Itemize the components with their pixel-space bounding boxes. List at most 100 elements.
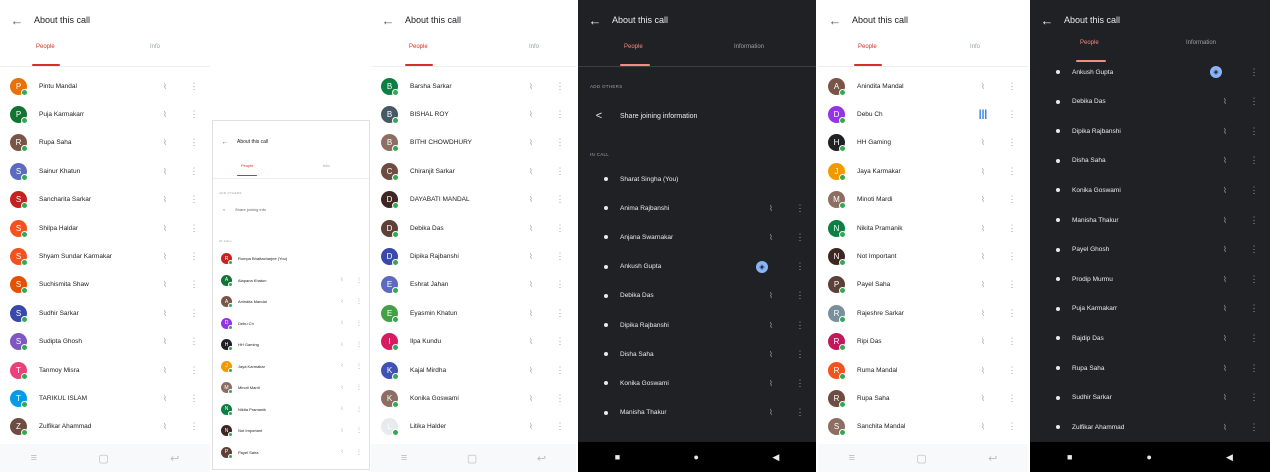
participant-row[interactable]: Disha Saha ⌇ ⋮ bbox=[578, 340, 816, 368]
mic-off-icon[interactable]: ⌇ bbox=[524, 394, 538, 403]
participant-row[interactable]: N Not Important ⌇ ⋮ bbox=[213, 420, 369, 441]
participant-row[interactable]: Zulfikar Ahammad ⌇ ⋮ bbox=[1030, 413, 1270, 441]
mic-off-icon[interactable]: ⌇ bbox=[1218, 423, 1232, 432]
back-icon[interactable]: ◀ bbox=[772, 452, 779, 463]
mic-off-icon[interactable]: ⌇ bbox=[158, 195, 172, 204]
participant-row[interactable]: P Puja Karmakarr ⌇ ⋮ bbox=[0, 100, 210, 128]
more-options-icon[interactable]: ⋮ bbox=[1248, 303, 1260, 314]
participant-row[interactable]: D Debu Ch ⌇ ⋮ bbox=[213, 313, 369, 334]
mic-off-icon[interactable]: ⌇ bbox=[976, 195, 990, 204]
participant-row[interactable]: P Payel Saha ⌇ ⋮ bbox=[818, 271, 1028, 299]
back-icon[interactable]: ↩ bbox=[537, 452, 546, 465]
mic-off-icon[interactable]: ⌇ bbox=[524, 280, 538, 289]
more-options-icon[interactable]: ⋮ bbox=[188, 393, 200, 404]
participant-row[interactable]: N Nikita Pramanik ⌇ ⋮ bbox=[213, 399, 369, 420]
participant-row[interactable]: K Kajal Mirdha ⌇ ⋮ bbox=[371, 356, 576, 384]
participant-row[interactable]: Z Zulfikar Ahammad ⌇ ⋮ bbox=[0, 413, 210, 441]
back-arrow-icon[interactable]: ← bbox=[371, 13, 405, 28]
participant-row[interactable]: M Minoti Mardi ⌇ ⋮ bbox=[818, 186, 1028, 214]
more-options-icon[interactable]: ⋮ bbox=[188, 365, 200, 376]
mic-off-icon[interactable]: ⌇ bbox=[764, 291, 778, 300]
mic-off-icon[interactable]: ⌇ bbox=[337, 363, 347, 369]
participant-row[interactable]: Dipika Rajbanshi ⌇ ⋮ bbox=[1030, 117, 1270, 145]
mic-off-icon[interactable]: ⌇ bbox=[1218, 127, 1232, 136]
participant-row[interactable]: Disha Saha ⌇ ⋮ bbox=[1030, 147, 1270, 175]
participant-row[interactable]: N Not Important ⌇ ⋮ bbox=[818, 242, 1028, 270]
more-options-icon[interactable]: ⋮ bbox=[1006, 223, 1018, 234]
more-options-icon[interactable]: ⋮ bbox=[188, 109, 200, 120]
mic-off-icon[interactable]: ⌇ bbox=[524, 195, 538, 204]
more-options-icon[interactable]: ⋮ bbox=[554, 365, 566, 376]
mic-off-icon[interactable]: ⌇ bbox=[337, 299, 347, 305]
mic-off-icon[interactable]: ⌇ bbox=[524, 422, 538, 431]
more-options-icon[interactable]: ⋮ bbox=[1248, 185, 1260, 196]
participant-row[interactable]: S Sanchita Mandal ⌇ ⋮ bbox=[818, 413, 1028, 441]
more-options-icon[interactable]: ⋮ bbox=[794, 349, 806, 360]
more-options-icon[interactable]: ⋮ bbox=[1248, 126, 1260, 137]
mic-off-icon[interactable]: ⌇ bbox=[976, 422, 990, 431]
more-options-icon[interactable]: ⋮ bbox=[1006, 336, 1018, 347]
more-options-icon[interactable]: ⋮ bbox=[1006, 81, 1018, 92]
participant-row[interactable]: H HH Gaming ⌇ ⋮ bbox=[818, 129, 1028, 157]
mic-off-icon[interactable]: ⌇ bbox=[158, 337, 172, 346]
back-arrow-icon[interactable]: ← bbox=[578, 13, 612, 28]
tab-info[interactable]: Info bbox=[529, 44, 539, 50]
participant-row[interactable]: Rupa Saha ⌇ ⋮ bbox=[1030, 354, 1270, 382]
participant-row[interactable]: E Eyasmin Khatun ⌇ ⋮ bbox=[371, 299, 576, 327]
participant-row[interactable]: S Sancharita Sarkar ⌇ ⋮ bbox=[0, 186, 210, 214]
mic-off-icon[interactable]: ⌇ bbox=[524, 366, 538, 375]
participant-row[interactable]: Konika Goswami ⌇ ⋮ bbox=[578, 369, 816, 397]
more-options-icon[interactable]: ⋮ bbox=[1006, 279, 1018, 290]
more-options-icon[interactable]: ⋮ bbox=[554, 194, 566, 205]
more-options-icon[interactable]: ⋮ bbox=[355, 341, 363, 348]
home-icon[interactable]: ● bbox=[1147, 452, 1152, 462]
back-icon[interactable]: ↩ bbox=[988, 452, 997, 465]
more-options-icon[interactable]: ⋮ bbox=[794, 290, 806, 301]
participant-row[interactable]: R Rupa Saha ⌇ ⋮ bbox=[818, 384, 1028, 412]
participant-row[interactable]: Anima Rajbanshi ⌇ ⋮ bbox=[578, 194, 816, 222]
more-options-icon[interactable]: ⋮ bbox=[794, 203, 806, 214]
mic-off-icon[interactable]: ⌇ bbox=[1218, 364, 1232, 373]
mic-off-icon[interactable]: ⌇ bbox=[337, 406, 347, 412]
more-options-icon[interactable]: ⋮ bbox=[355, 320, 363, 327]
participant-row[interactable]: J Jaya Karmakar ⌇ ⋮ bbox=[818, 157, 1028, 185]
participant-row[interactable]: S Shilpa Haldar ⌇ ⋮ bbox=[0, 214, 210, 242]
tab-information[interactable]: Information bbox=[734, 44, 764, 50]
recents-icon[interactable]: ≡ bbox=[849, 452, 855, 464]
participant-row[interactable]: Manisha Thakur ⌇ ⋮ bbox=[1030, 206, 1270, 234]
more-options-icon[interactable]: ⋮ bbox=[554, 279, 566, 290]
mic-off-icon[interactable]: ⌇ bbox=[337, 449, 347, 455]
back-arrow-icon[interactable]: ← bbox=[1030, 13, 1064, 28]
mic-off-icon[interactable]: ⌇ bbox=[976, 82, 990, 91]
more-options-icon[interactable]: ⋮ bbox=[355, 427, 363, 434]
mic-off-icon[interactable]: ⌇ bbox=[976, 394, 990, 403]
more-options-icon[interactable]: ⋮ bbox=[188, 336, 200, 347]
mic-off-icon[interactable]: ⌇ bbox=[158, 309, 172, 318]
mic-off-icon[interactable]: ⌇ bbox=[158, 110, 172, 119]
mic-off-icon[interactable]: ⌇ bbox=[158, 366, 172, 375]
tab-info[interactable]: Info bbox=[150, 44, 160, 50]
mic-off-icon[interactable]: ⌇ bbox=[764, 204, 778, 213]
more-options-icon[interactable]: ⋮ bbox=[554, 421, 566, 432]
participant-row[interactable]: R Rajeshre Sarkar ⌇ ⋮ bbox=[818, 299, 1028, 327]
participant-row[interactable]: R Ruma Mandal ⌇ ⋮ bbox=[818, 356, 1028, 384]
more-options-icon[interactable]: ⋮ bbox=[1248, 274, 1260, 285]
participant-row[interactable]: D Dipika Rajbanshi ⌇ ⋮ bbox=[371, 242, 576, 270]
more-options-icon[interactable]: ⋮ bbox=[188, 279, 200, 290]
more-options-icon[interactable]: ⋮ bbox=[355, 406, 363, 413]
participant-row[interactable]: I Ilpa Kundu ⌇ ⋮ bbox=[371, 328, 576, 356]
participant-row[interactable]: B Barsha Sarkar ⌇ ⋮ bbox=[371, 72, 576, 100]
participant-row[interactable]: L Litika Halder ⌇ ⋮ bbox=[371, 413, 576, 441]
participant-row[interactable]: D Debika Das ⌇ ⋮ bbox=[371, 214, 576, 242]
home-icon[interactable]: ▢ bbox=[467, 452, 477, 465]
more-options-icon[interactable]: ⋮ bbox=[1248, 363, 1260, 374]
back-icon[interactable]: ◀ bbox=[1226, 452, 1233, 463]
mic-off-icon[interactable]: ⌇ bbox=[337, 428, 347, 434]
mic-off-icon[interactable]: ⌇ bbox=[764, 379, 778, 388]
mic-off-icon[interactable]: ⌇ bbox=[764, 408, 778, 417]
mic-off-icon[interactable]: ⌇ bbox=[764, 321, 778, 330]
participant-row[interactable]: Dipika Rajbanshi ⌇ ⋮ bbox=[578, 311, 816, 339]
participant-row[interactable]: A Anindita Mandal ⌇ ⋮ bbox=[213, 291, 369, 312]
participant-row[interactable]: C Chiranjit Sarkar ⌇ ⋮ bbox=[371, 157, 576, 185]
more-options-icon[interactable]: ⋮ bbox=[794, 261, 806, 272]
